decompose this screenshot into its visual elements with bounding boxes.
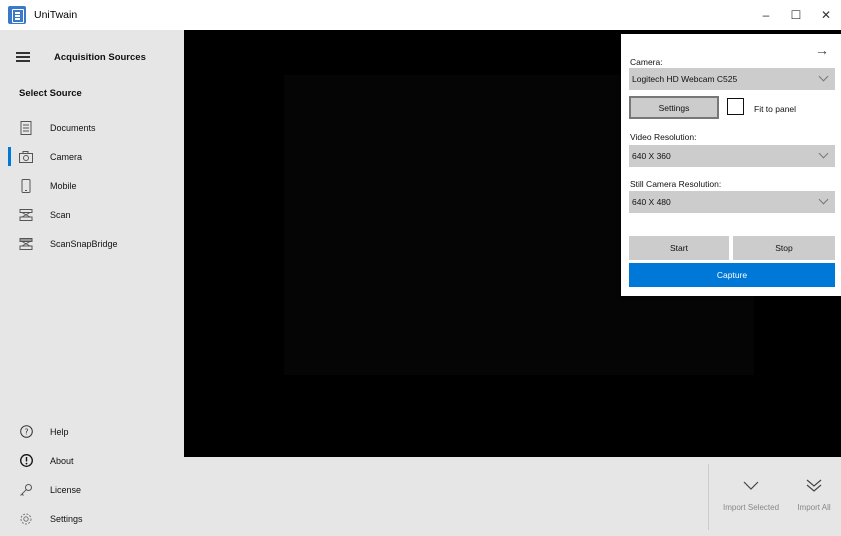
- svg-text:?: ?: [24, 428, 28, 437]
- sidebar-item-label: Help: [50, 426, 69, 437]
- video-resolution-select[interactable]: 640 X 360: [629, 145, 835, 167]
- sidebar-item-label: About: [50, 455, 74, 466]
- action-divider: [708, 464, 709, 530]
- import-selected-button[interactable]: Import Selected: [718, 475, 784, 512]
- fit-to-panel-checkbox[interactable]: [727, 98, 744, 115]
- document-icon: [19, 120, 33, 135]
- video-resolution-value: 640 X 360: [632, 151, 671, 161]
- still-resolution-value: 640 X 480: [632, 197, 671, 207]
- camera-settings-button[interactable]: Settings: [629, 96, 719, 119]
- chevron-down-icon: [818, 194, 829, 205]
- hamburger-menu-icon[interactable]: [16, 50, 30, 65]
- scansnap-icon: [19, 237, 33, 251]
- sidebar-header-label: Acquisition Sources: [54, 51, 146, 63]
- window-controls: – ☐ ✕: [751, 0, 841, 30]
- app-logo-icon: [8, 6, 26, 24]
- mobile-icon: [19, 178, 33, 193]
- chevron-down-icon: [818, 71, 829, 82]
- key-icon: [19, 483, 33, 497]
- info-icon: [19, 454, 33, 468]
- chevron-down-icon: [818, 148, 829, 159]
- gear-icon: [19, 512, 33, 526]
- import-all-button[interactable]: Import All: [791, 475, 837, 512]
- import-selected-label: Import Selected: [722, 503, 780, 512]
- close-button[interactable]: ✕: [811, 0, 841, 30]
- sidebar-item-label: Mobile: [50, 180, 77, 191]
- stop-button[interactable]: Stop: [733, 236, 835, 260]
- sidebar-item-mobile[interactable]: Mobile: [0, 171, 184, 200]
- bottom-action-bar: Import Selected Import All: [184, 457, 841, 536]
- minimize-button[interactable]: –: [751, 0, 781, 30]
- sidebar-item-label: Scan: [50, 209, 71, 220]
- sidebar-item-help[interactable]: ? Help: [0, 417, 184, 446]
- camera-label: Camera:: [630, 57, 663, 67]
- sidebar-header: Acquisition Sources: [0, 42, 184, 72]
- sidebar-item-scansnapbridge[interactable]: ScanSnapBridge: [0, 229, 184, 258]
- sidebar-item-camera[interactable]: Camera: [0, 142, 184, 171]
- fit-to-panel-label: Fit to panel: [754, 104, 797, 114]
- camera-select[interactable]: Logitech HD Webcam C525: [629, 68, 835, 90]
- select-source-heading: Select Source: [19, 88, 82, 99]
- scanner-icon: [19, 208, 33, 222]
- video-resolution-label: Video Resolution:: [630, 132, 697, 142]
- sidebar-item-label: ScanSnapBridge: [50, 238, 118, 249]
- chevron-down-icon: [743, 475, 759, 497]
- camera-settings-panel: → Camera: Logitech HD Webcam C525 Settin…: [621, 34, 841, 296]
- sidebar-item-documents[interactable]: Documents: [0, 113, 184, 142]
- sidebar-item-scan[interactable]: Scan: [0, 200, 184, 229]
- camera-icon: [19, 150, 33, 164]
- still-resolution-select[interactable]: 640 X 480: [629, 191, 835, 213]
- import-all-label: Import All: [797, 503, 831, 512]
- help-icon: ?: [19, 425, 33, 439]
- start-button[interactable]: Start: [629, 236, 729, 260]
- sidebar-item-about[interactable]: About: [0, 446, 184, 475]
- collapse-panel-arrow-icon[interactable]: →: [815, 42, 829, 58]
- sidebar-item-label: License: [50, 484, 82, 495]
- sidebar-item-license[interactable]: License: [0, 475, 184, 504]
- double-chevron-down-icon: [806, 475, 822, 497]
- camera-select-value: Logitech HD Webcam C525: [632, 74, 738, 84]
- sidebar-item-label: Camera: [50, 151, 83, 162]
- window-title: UniTwain: [34, 9, 78, 21]
- sidebar-item-label: Documents: [50, 122, 96, 133]
- capture-button[interactable]: Capture: [629, 263, 835, 287]
- title-bar: UniTwain – ☐ ✕: [0, 0, 841, 30]
- sidebar: Acquisition Sources Select Source Docume…: [0, 30, 184, 536]
- sidebar-item-label: Settings: [50, 513, 83, 524]
- sidebar-item-settings[interactable]: Settings: [0, 504, 184, 533]
- maximize-button[interactable]: ☐: [781, 0, 811, 30]
- still-resolution-label: Still Camera Resolution:: [630, 179, 722, 189]
